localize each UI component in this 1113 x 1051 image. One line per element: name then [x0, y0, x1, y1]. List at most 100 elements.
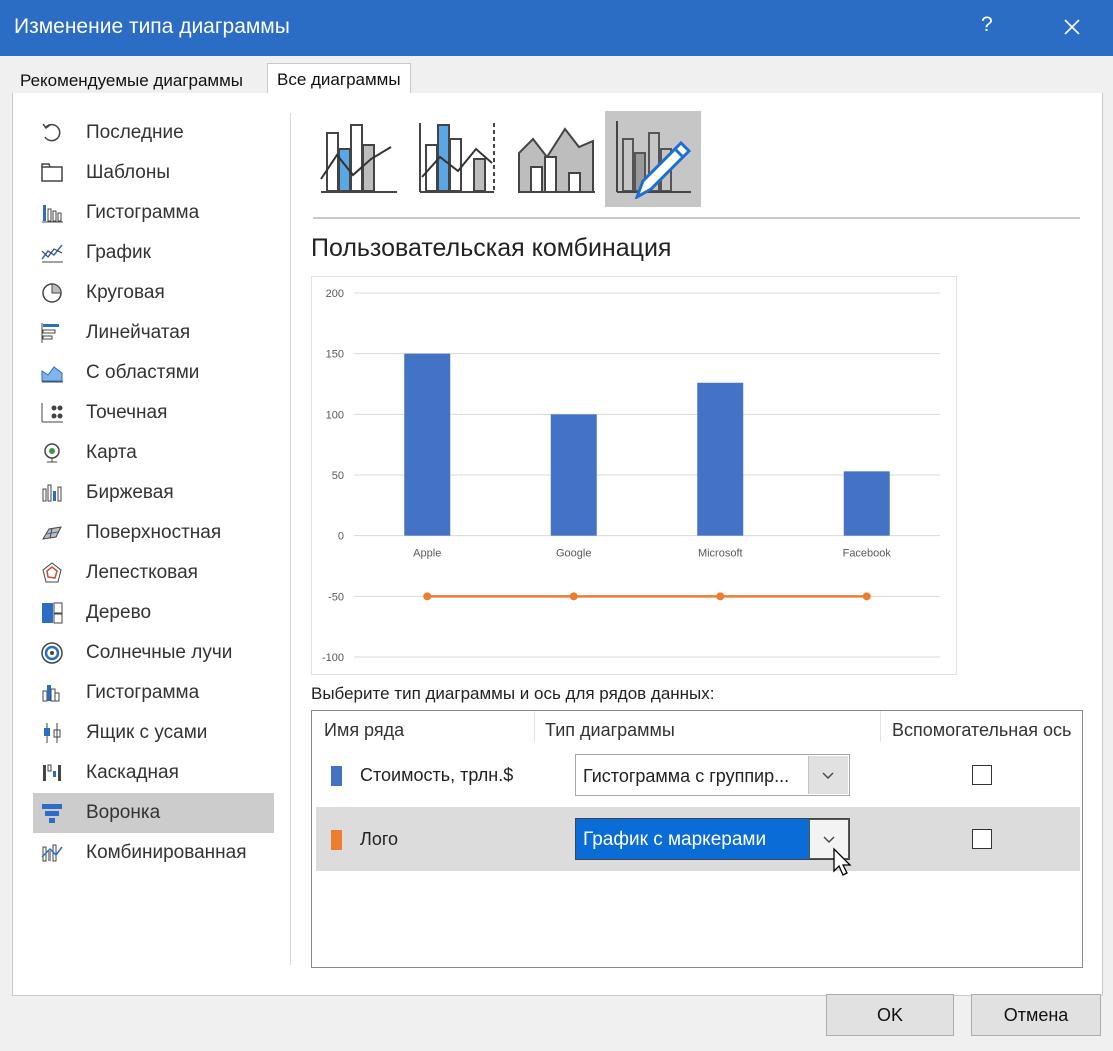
subtype-column-line[interactable]	[311, 111, 407, 207]
cancel-button[interactable]: Отмена	[971, 994, 1101, 1036]
sidebar-item-label: Гистограмма	[86, 682, 200, 703]
sidebar-item-label: Точечная	[86, 402, 168, 423]
y-tick-label: -100	[322, 652, 344, 664]
secondary-axis-checkbox[interactable]	[972, 829, 992, 849]
sidebar-item[interactable]: Гистограмма	[33, 193, 274, 233]
combo-title: Пользовательская комбинация	[311, 234, 672, 262]
sidebar-item-label: Поверхностная	[86, 522, 222, 543]
sidebar-item[interactable]: Солнечные лучи	[33, 633, 274, 673]
x-tick-label: Apple	[413, 548, 441, 560]
chart-type-dropdown[interactable]: График с маркерами	[575, 818, 850, 860]
x-tick-label: Microsoft	[698, 548, 743, 560]
sidebar-item[interactable]: Гистограмма	[33, 673, 274, 713]
secondary-axis-checkbox[interactable]	[972, 765, 992, 785]
y-tick-label: 50	[332, 470, 344, 482]
dropdown-button[interactable]	[808, 756, 848, 794]
window-title: Изменение типа диаграммы	[14, 15, 290, 38]
series-row[interactable]: Лого График с маркерами	[316, 807, 1080, 871]
column-chart-icon	[42, 205, 63, 223]
x-tick-label: Google	[556, 548, 591, 560]
close-button[interactable]	[1057, 12, 1087, 42]
subtype-custom-combination[interactable]	[605, 111, 701, 207]
sunburst-chart-icon	[41, 642, 63, 664]
x-tick-label: Facebook	[843, 548, 892, 560]
bar-chart-icon	[41, 323, 59, 343]
sidebar-item[interactable]: Комбинированная	[33, 833, 274, 873]
sidebar-item[interactable]: С областями	[33, 353, 274, 393]
series-name: Стоимость, трлн.$	[360, 765, 514, 785]
y-tick-label: -50	[328, 591, 344, 603]
sidebar-item-label: Ящик с усами	[86, 722, 208, 743]
sidebar-item-label: Биржевая	[86, 482, 174, 503]
sidebar-item[interactable]: Последние	[33, 113, 274, 153]
series-grid: Имя ряда Тип диаграммы Вспомогательная о…	[311, 710, 1083, 968]
header-chart-type: Тип диаграммы	[545, 720, 675, 740]
sidebar-item[interactable]: Каскадная	[33, 753, 274, 793]
sidebar-item-label: Шаблоны	[86, 162, 171, 183]
sidebar-item[interactable]: Линейчатая	[33, 313, 274, 353]
sidebar-item-label: Дерево	[86, 602, 152, 623]
sidebar-item-label: Лепестковая	[86, 562, 198, 583]
close-icon	[1064, 19, 1080, 35]
combo-area-column-icon	[518, 127, 595, 193]
sidebar-item[interactable]: Воронка	[33, 793, 274, 833]
combo-column-line-icon	[320, 124, 397, 193]
tab-all-charts[interactable]: Все диаграммы	[267, 63, 411, 95]
sidebar-item[interactable]: Поверхностная	[33, 513, 274, 553]
y-tick-label: 200	[326, 288, 344, 300]
sidebar-item-label: Последние	[86, 122, 184, 143]
sidebar-item[interactable]: Шаблоны	[33, 153, 274, 193]
funnel-chart-icon	[42, 804, 62, 823]
sidebar-item[interactable]: Круговая	[33, 273, 274, 313]
sidebar-item[interactable]: Карта	[33, 433, 274, 473]
sidebar-item-label: Комбинированная	[86, 842, 247, 863]
sidebar-item[interactable]: Ящик с усами	[33, 713, 274, 753]
sidebar-item-label: С областями	[86, 362, 200, 383]
sidebar-item[interactable]: Биржевая	[33, 473, 274, 513]
map-chart-icon	[44, 443, 60, 463]
header-series-name: Имя ряда	[324, 720, 405, 740]
chart-svg: 200 150 100 50 0 -50 -100 Apple Google Microsoft F…	[322, 288, 940, 664]
bar	[404, 353, 451, 536]
sidebar-item[interactable]: Дерево	[33, 593, 274, 633]
line-marker	[569, 592, 578, 601]
dropdown-value: График с маркерами	[583, 829, 767, 850]
y-tick-label: 100	[326, 409, 344, 421]
sidebar-item[interactable]: Точечная	[33, 393, 274, 433]
waterfall-chart-icon	[43, 764, 61, 781]
treemap-chart-icon	[42, 602, 63, 624]
sidebar-item-label: Воронка	[86, 802, 161, 823]
folder-icon	[41, 163, 63, 182]
sidebar-item-label: Круговая	[86, 282, 165, 303]
series-color-swatch	[331, 830, 342, 850]
combo-column-line-secondary-icon	[419, 123, 495, 193]
box-whisker-chart-icon	[44, 723, 61, 743]
pie-chart-icon	[42, 283, 62, 303]
tab-panel: Последние Шаблоны Гистограмма График Кругова…	[12, 93, 1103, 996]
sidebar-item-label: График	[86, 242, 151, 263]
tab-recommended[interactable]: Рекомендуемые диаграммы	[14, 68, 249, 94]
ok-button[interactable]: OK	[826, 994, 954, 1036]
line-chart-icon	[41, 244, 63, 263]
line-marker	[423, 592, 432, 601]
subtype-area-column[interactable]	[509, 111, 605, 207]
series-color-swatch	[331, 766, 342, 786]
y-tick-label: 150	[326, 349, 344, 361]
title-bar: Изменение типа диаграммы ?	[0, 0, 1113, 56]
line-marker	[716, 592, 725, 601]
sidebar-item[interactable]: Лепестковая	[33, 553, 274, 593]
combo-custom-icon	[616, 121, 692, 199]
dialog-body: Рекомендуемые диаграммы Все диаграммы По…	[0, 56, 1113, 1051]
chevron-down-icon	[822, 772, 834, 779]
sidebar-item-label: Каскадная	[86, 762, 179, 783]
series-row[interactable]: Стоимость, трлн.$ Гистограмма с группир.…	[316, 743, 1080, 807]
chart-type-dropdown[interactable]: Гистограмма с группир...	[575, 754, 850, 796]
subtype-column-line-secondary[interactable]	[410, 111, 506, 207]
surface-chart-icon	[42, 526, 62, 540]
sidebar-item-label: Линейчатая	[86, 322, 191, 343]
series-instruction: Выберите тип диаграммы и ось для рядов д…	[311, 684, 715, 703]
help-button[interactable]: ?	[981, 13, 993, 37]
chart-preview: 200 150 100 50 0 -50 -100 Apple Google Microsoft F…	[311, 276, 957, 675]
y-tick-label: 0	[338, 531, 344, 543]
sidebar-item[interactable]: График	[33, 233, 274, 273]
